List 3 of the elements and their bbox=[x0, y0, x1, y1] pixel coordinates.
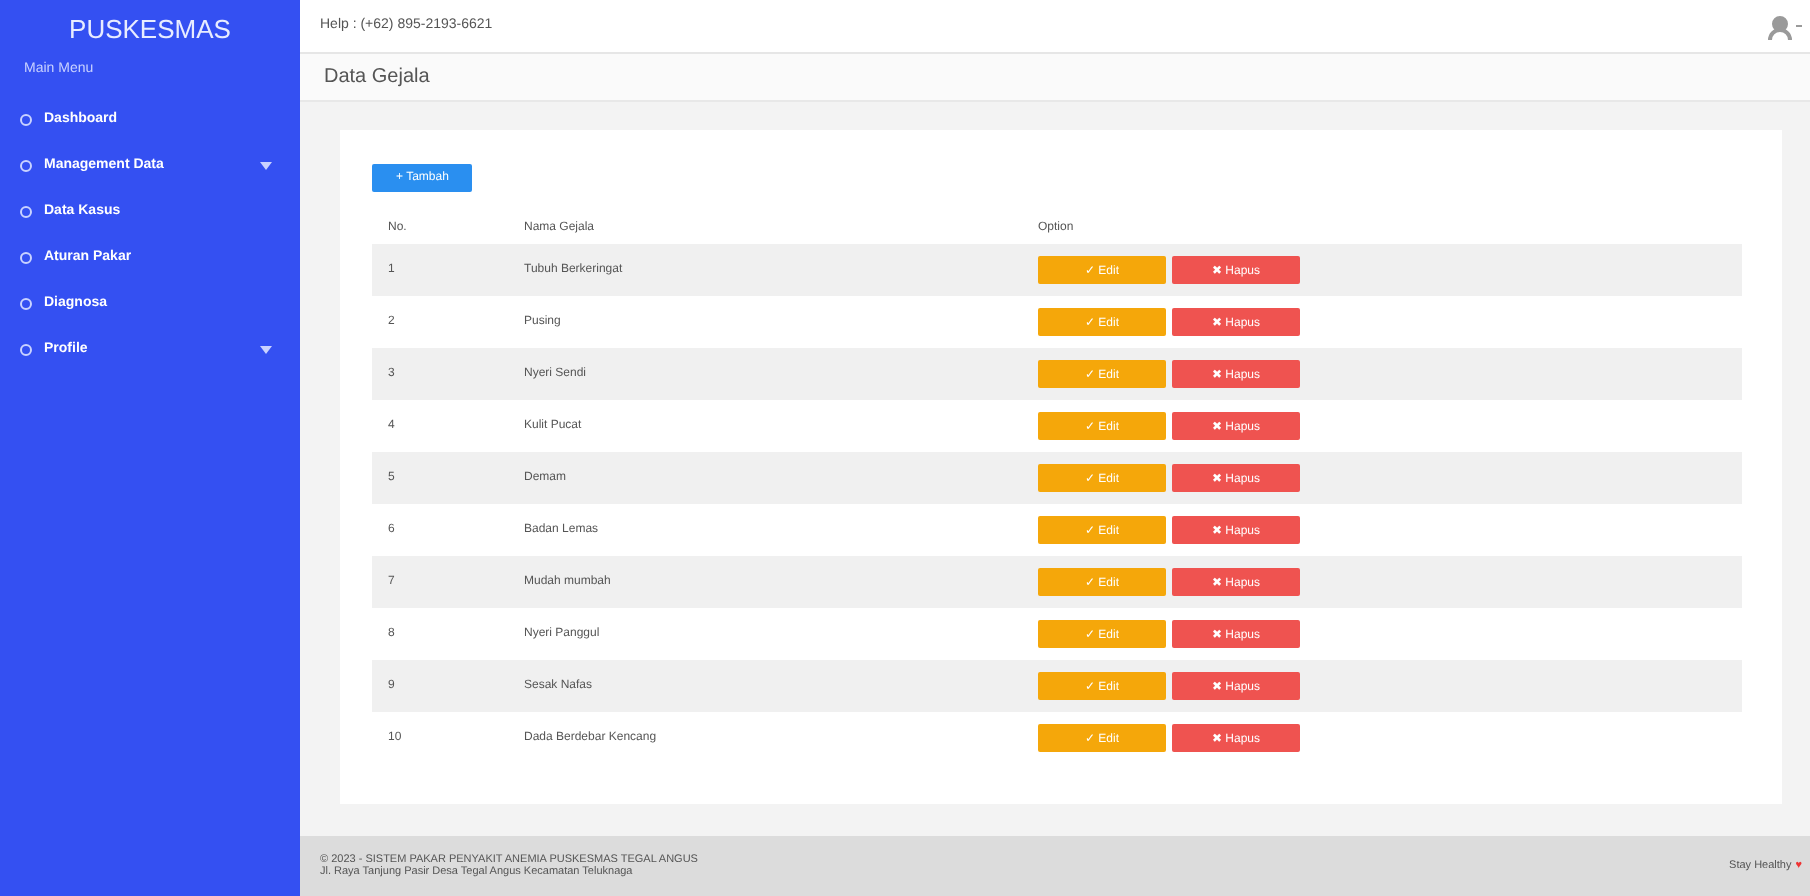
page-title: Data Gejala bbox=[324, 65, 430, 88]
user-icon[interactable] bbox=[1766, 11, 1802, 40]
brand-title: PUSKESMAS bbox=[67, 12, 233, 48]
